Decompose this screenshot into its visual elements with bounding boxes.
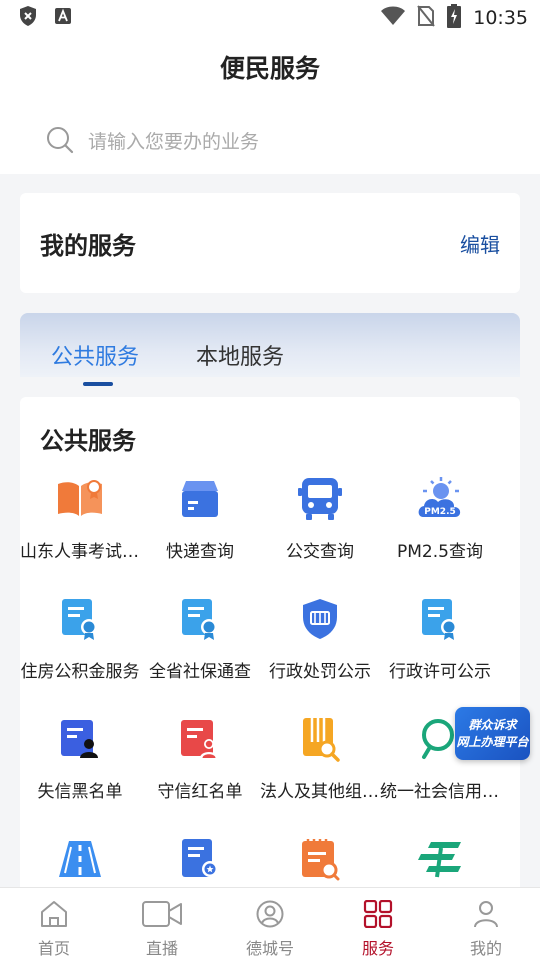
nav-label: 服务 (361, 939, 394, 958)
nav-item-decheng[interactable]: 德城号 (216, 888, 324, 960)
open-book-icon (56, 475, 104, 523)
badge-line-2: 网上办理平台 (456, 734, 529, 749)
service-item-label: 住房公积金服务 (20, 662, 140, 682)
service-item-express[interactable]: 快递查询 (140, 475, 260, 595)
service-item-redlist[interactable]: 守信红名单 (140, 715, 260, 835)
penalty-shield-icon (296, 595, 344, 643)
service-item-admin-license[interactable]: 行政许可公示 (380, 595, 500, 715)
svg-text:PM2.5: PM2.5 (424, 507, 456, 517)
certificate-doc-icon (176, 595, 224, 643)
road-icon (56, 835, 104, 883)
page-title: 便民服务 (219, 54, 320, 83)
search-area (0, 98, 540, 174)
service-item-label: 守信红名单 (157, 782, 243, 802)
service-item-label: 公交查询 (286, 542, 354, 562)
service-item-label: 统一社会信用代码 (380, 782, 500, 802)
service-item-label: 行政处罚公示 (269, 662, 371, 682)
nav-label: 首页 (37, 939, 70, 958)
certificate-doc-icon (56, 595, 104, 643)
service-item-label: 行政许可公示 (389, 662, 491, 682)
search-icon (46, 126, 74, 158)
service-item-social-security[interactable]: 全省社保通查 (140, 595, 260, 715)
tab-local-services[interactable]: 本地服务 (196, 339, 284, 371)
video-camera-icon (141, 900, 183, 932)
nav-item-home[interactable]: 首页 (0, 888, 108, 960)
service-item-label: PM2.5查询 (397, 542, 483, 562)
service-item-bus[interactable]: 公交查询 (260, 475, 380, 595)
service-item-label: 法人及其他组织信息 (260, 782, 380, 802)
nav-label: 德城号 (245, 939, 294, 958)
package-box-icon (176, 475, 224, 523)
document-search-icon (296, 715, 344, 763)
appeal-platform-badge[interactable]: 群众诉求 网上办理平台 (455, 707, 530, 760)
redlist-doc-icon (176, 715, 224, 763)
service-grid: 山东人事考试信息网 快递查询 公交查询 PM2.5 PM2.5查询 住房公积金服… (20, 475, 520, 897)
services-grid-icon (363, 899, 393, 932)
nav-item-services[interactable]: 服务 (324, 888, 432, 960)
service-item-admin-penalty[interactable]: 行政处罚公示 (260, 595, 380, 715)
user-icon (471, 900, 501, 932)
my-services-card: 我的服务 编辑 (20, 193, 520, 293)
shield-x-icon (18, 5, 38, 31)
header: 便民服务 (0, 36, 540, 98)
nav-item-mine[interactable]: 我的 (432, 888, 540, 960)
active-tab-indicator (83, 382, 113, 386)
nav-item-live[interactable]: 直播 (108, 888, 216, 960)
bottom-nav: 首页 直播 德城号 服务 我的 (0, 887, 540, 960)
wifi-icon (381, 6, 406, 30)
home-icon (39, 900, 69, 932)
accessibility-icon (54, 7, 72, 29)
calendar-search-icon (296, 835, 344, 883)
service-item-housing-fund[interactable]: 住房公积金服务 (20, 595, 140, 715)
section-title: 公共服务 (40, 427, 136, 455)
bus-icon (296, 475, 344, 523)
service-item-label: 快递查询 (166, 542, 234, 562)
search-box[interactable] (46, 126, 488, 158)
nav-label: 直播 (145, 939, 178, 958)
pm25-weather-icon: PM2.5 (416, 475, 464, 523)
badge-doc-icon (176, 835, 224, 883)
battery-charging-icon (447, 4, 462, 32)
badge-line-1: 群众诉求 (468, 717, 517, 732)
nav-label: 我的 (469, 939, 502, 958)
service-item-legal-entity[interactable]: 法人及其他组织信息 (260, 715, 380, 835)
status-time: 10:35 (473, 7, 528, 29)
account-circle-icon (255, 900, 285, 932)
service-item-label: 失信黑名单 (37, 782, 123, 802)
my-services-title: 我的服务 (40, 231, 136, 260)
service-tabs: 公共服务 本地服务 (20, 313, 520, 377)
china-post-icon (416, 835, 464, 883)
service-item-blacklist[interactable]: 失信黑名单 (20, 715, 140, 835)
service-item-label: 山东人事考试信息网 (20, 542, 140, 562)
no-sim-icon (417, 5, 436, 31)
service-item-label: 全省社保通查 (149, 662, 251, 682)
service-item-exam-info[interactable]: 山东人事考试信息网 (20, 475, 140, 595)
edit-button[interactable]: 编辑 (460, 229, 500, 258)
search-input[interactable] (88, 131, 488, 153)
public-services-card: 公共服务 山东人事考试信息网 快递查询 公交查询 PM2.5 PM2.5查询 (20, 397, 520, 897)
service-item-pm25[interactable]: PM2.5 PM2.5查询 (380, 475, 500, 595)
blacklist-doc-icon (56, 715, 104, 763)
status-bar: 10:35 (0, 0, 540, 36)
tab-public-services[interactable]: 公共服务 (51, 339, 139, 371)
certificate-doc-icon (416, 595, 464, 643)
